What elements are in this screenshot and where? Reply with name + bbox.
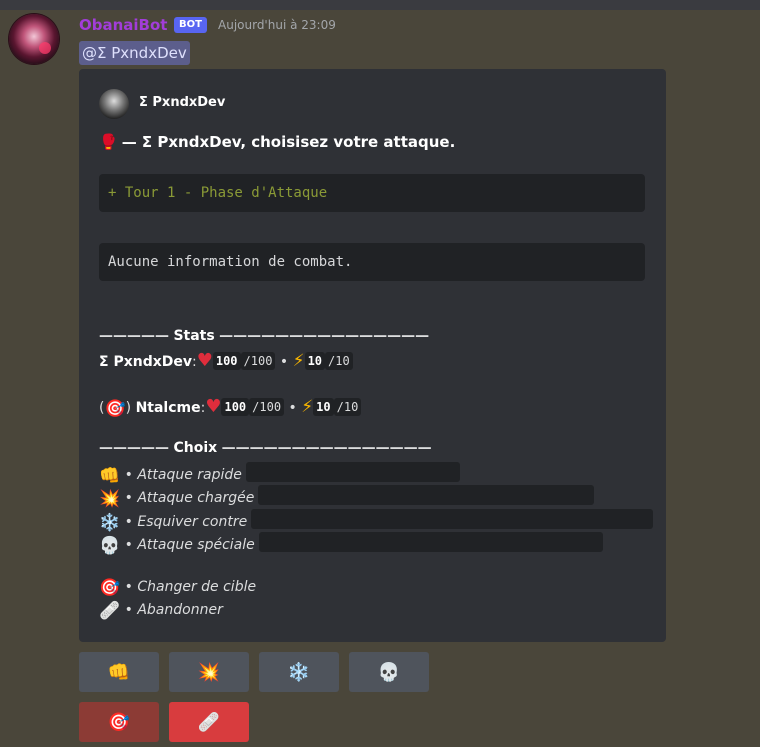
fist-icon: 👊 [99,466,121,486]
choice-special-attack: 💀 • Attaque spéciale [99,532,603,556]
choice-bullet: • [124,579,133,595]
choice-label: Attaque rapide [137,467,242,483]
choice-counter-dodge: ❄️ • Esquiver contre [99,509,654,533]
boxing-glove-icon: 🥊 [99,133,118,151]
choice-bullet: • [124,537,133,553]
player-stats: Σ PxndxDev:♥ 100/100 • ⚡ 10/10 [99,350,353,371]
heart-icon: ♥ [196,350,213,371]
user-avatar[interactable] [9,14,59,64]
choice-bullet: • [124,514,133,530]
choice-bullet: • [124,490,133,506]
embed-card: Σ PxndxDev 🥊 — Σ PxndxDev, choisisez votr… [79,69,666,642]
choice-label: Abandonner [137,602,223,618]
combat-info-codeblock: Aucune information de combat. [99,243,645,281]
choices-header: ————— Choix ——————————————— [99,440,432,456]
player-energy: 10 [304,352,326,370]
bot-badge: BOT [174,17,207,33]
player-name: Σ PxndxDev [99,354,192,370]
choice-label: Attaque spéciale [137,537,255,553]
target-icon: 🎯 [107,711,131,733]
counter-dodge-button[interactable]: ❄️ [259,652,339,692]
choice-label: Attaque chargée [137,490,255,506]
target-icon: 🎯 [99,578,121,598]
stat-bullet: • [288,400,297,416]
special-attack-button[interactable]: 💀 [349,652,429,692]
bandage-icon: 🩹 [197,711,221,733]
opponent-hp-max: /100 [249,398,285,416]
choice-bullet: • [124,602,133,618]
quick-attack-button[interactable]: 👊 [79,652,159,692]
opponent-name: Ntalcme [135,400,201,416]
spoiler-block[interactable] [258,485,595,505]
opponent-paren-close: ) [125,400,132,416]
lightning-icon: ⚡ [292,351,305,371]
forfeit-button[interactable]: 🩹 [169,702,249,742]
skull-icon: 💀 [377,661,401,683]
opponent-energy-max: /10 [333,398,362,416]
user-mention[interactable]: @Σ PxndxDev [79,41,190,65]
lightning-icon: ⚡ [301,397,314,417]
stats-header: ————— Stats ——————————————— [99,328,429,344]
username[interactable]: ObanaiBot [79,16,167,34]
embed-title: 🥊 — Σ PxndxDev, choisisez votre attaque. [99,133,455,151]
choice-label: Esquiver contre [137,514,248,530]
heart-icon: ♥ [205,396,222,417]
explosion-icon: 💥 [197,661,221,683]
phase-codeblock: + Tour 1 - Phase d'Attaque [99,174,645,212]
fist-icon: 👊 [107,661,131,683]
opponent-hp: 100 [221,398,250,416]
choice-quick-attack: 👊 • Attaque rapide [99,462,460,486]
embed-title-text: — Σ PxndxDev, choisisez votre attaque. [121,133,456,151]
target-icon: 🎯 [104,399,126,419]
embed-author-name: Σ PxndxDev [139,95,226,110]
choices-header-label: Choix [173,440,218,456]
choice-charged-attack: 💥 • Attaque chargée [99,485,595,509]
snowflake-icon: ❄️ [287,661,311,683]
charged-attack-button[interactable]: 💥 [169,652,249,692]
choice-bullet: • [124,467,133,483]
skull-icon: 💀 [99,536,121,556]
opponent-energy: 10 [313,398,334,416]
timestamp: Aujourd'hui à 23:09 [218,18,336,32]
bandage-icon: 🩹 [99,601,121,621]
player-energy-max: /10 [325,352,353,370]
explosion-icon: 💥 [99,489,121,509]
player-hp: 100 [212,352,241,370]
choice-label: Changer de cible [137,579,257,595]
spoiler-block[interactable] [245,462,460,482]
snowflake-icon: ❄️ [99,513,121,533]
spoiler-block[interactable] [251,509,654,529]
stats-header-label: Stats [173,328,215,344]
stats-separator-right: ——————————————— [219,328,430,344]
stats-separator-left: ————— [99,328,169,344]
choices-separator-left: ————— [99,440,169,456]
player-hp-max: /100 [240,352,276,370]
stat-bullet: • [279,354,289,370]
top-bar [0,0,760,10]
choice-forfeit: 🩹 • Abandonner [99,601,223,621]
embed-author-avatar [99,89,129,119]
opponent-stats: (🎯) Ntalcme:♥ 100/100 • ⚡ 10/10 [99,396,362,419]
change-target-button[interactable]: 🎯 [79,702,159,742]
avatar-glow [39,42,51,54]
choices-separator-right: ——————————————— [221,440,432,456]
choice-change-target: 🎯 • Changer de cible [99,578,256,598]
spoiler-block[interactable] [258,532,603,552]
